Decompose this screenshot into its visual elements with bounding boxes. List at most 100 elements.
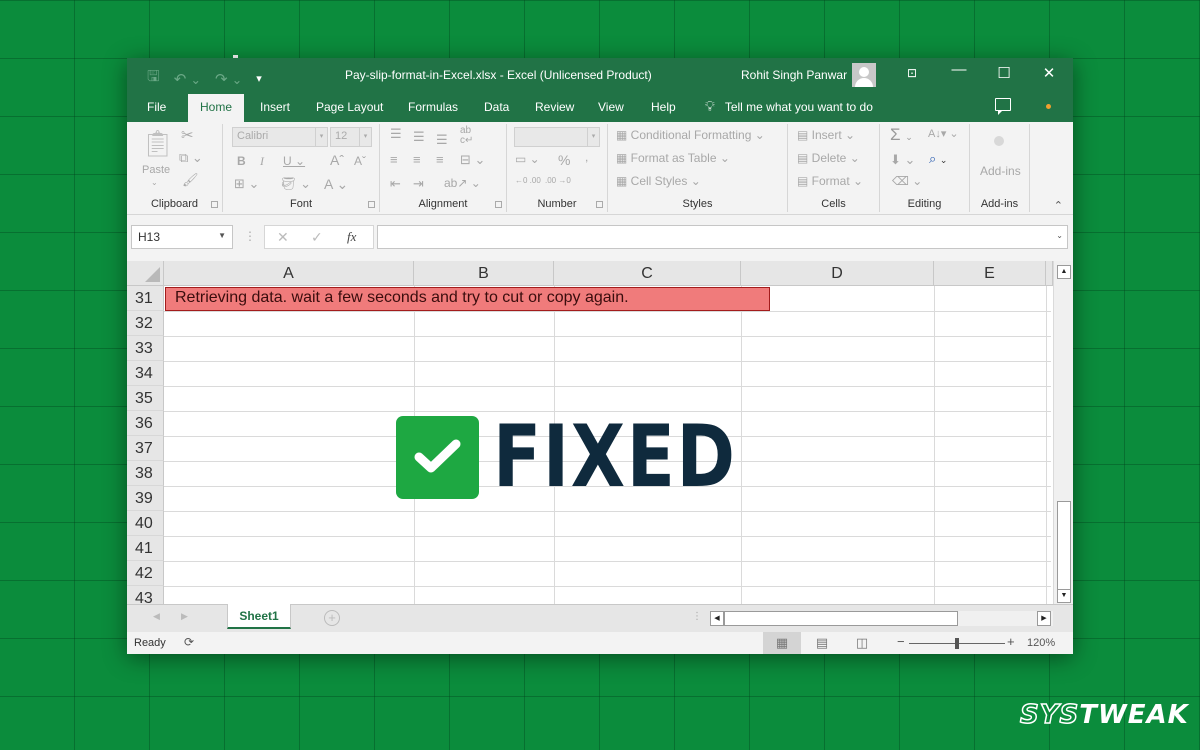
row-header[interactable]: 37 [127, 436, 164, 461]
row-header[interactable]: 34 [127, 361, 164, 386]
chevron-down-icon[interactable]: ▼ [218, 231, 226, 240]
cancel-icon[interactable]: ✕ [277, 229, 289, 246]
format-as-table-button[interactable]: ▦ Format as Table ⌄ [616, 151, 730, 165]
row-header[interactable]: 33 [127, 336, 164, 361]
dialog-launcher-icon[interactable] [368, 201, 375, 208]
zoom-out-button[interactable]: − [897, 634, 905, 649]
conditional-formatting-button[interactable]: ▦ Conditional Formatting ⌄ [616, 128, 765, 142]
zoom-level[interactable]: 120% [1027, 637, 1055, 649]
tab-review[interactable]: Review [535, 100, 574, 114]
enter-icon[interactable]: ✓ [311, 229, 323, 246]
paste-button[interactable]: Paste [142, 164, 170, 176]
column-header-a[interactable]: A [164, 261, 414, 286]
decrease-indent-icon[interactable]: ⇤ [390, 176, 401, 192]
italic-icon[interactable]: I [260, 154, 264, 169]
middle-align-icon[interactable]: ☰ [413, 129, 425, 145]
tab-insert[interactable]: Insert [260, 100, 290, 114]
error-message-cell[interactable]: Retrieving data. wait a few seconds and … [165, 287, 770, 311]
sort-filter-icon[interactable]: A↓▾ ⌄ [928, 127, 959, 140]
comments-icon[interactable] [995, 98, 1011, 115]
dialog-launcher-icon[interactable] [211, 201, 218, 208]
column-header-d[interactable]: D [741, 261, 934, 286]
row-header[interactable]: 36 [127, 411, 164, 436]
tab-data[interactable]: Data [484, 100, 509, 114]
tab-splitter[interactable]: ⋮ [692, 611, 702, 622]
autosum-icon[interactable]: Σ ⌄ [890, 125, 913, 145]
normal-view-button[interactable]: ▦ [763, 632, 801, 654]
format-cells-button[interactable]: ▤ Format ⌄ [797, 174, 863, 188]
comma-style-icon[interactable]: , [585, 150, 588, 164]
dialog-launcher-icon[interactable] [596, 201, 603, 208]
formula-input[interactable]: ⌄ [377, 225, 1068, 249]
increase-indent-icon[interactable]: ⇥ [413, 176, 424, 192]
align-left-icon[interactable]: ≡ [390, 152, 398, 167]
row-header[interactable]: 38 [127, 461, 164, 486]
page-break-view-button[interactable]: ◫ [843, 632, 881, 654]
zoom-in-button[interactable]: + [1007, 634, 1015, 649]
increase-decimal-icon[interactable]: ←0 .00 [515, 176, 541, 185]
next-sheet-icon[interactable]: ▶ [181, 611, 188, 622]
delete-cells-button[interactable]: ▤ Delete ⌄ [797, 151, 860, 165]
format-painter-icon[interactable]: 🖌︎ [182, 172, 199, 188]
customize-qat-icon[interactable]: ▾ [256, 72, 262, 85]
bottom-align-icon[interactable]: ☰ [436, 132, 448, 148]
formula-bar-splitter[interactable]: ⋮ [244, 229, 256, 243]
scroll-thumb[interactable] [1057, 501, 1071, 591]
close-button[interactable]: ✕ [1034, 64, 1064, 82]
row-header[interactable]: 41 [127, 536, 164, 561]
row-header[interactable]: 35 [127, 386, 164, 411]
avatar[interactable] [852, 63, 876, 87]
redo-icon[interactable]: ↷ ⌄ [215, 70, 242, 88]
addins-button[interactable]: Add-ins [980, 164, 1021, 178]
bold-icon[interactable]: B [237, 154, 246, 168]
clear-icon[interactable]: ⌫ ⌄ [892, 174, 922, 188]
maximize-button[interactable]: ☐ [989, 64, 1019, 82]
column-header-f[interactable] [1046, 261, 1053, 286]
select-all-button[interactable] [127, 261, 164, 286]
number-format-select[interactable]: ▾ [514, 127, 600, 147]
scroll-left-button[interactable]: ◀ [710, 611, 724, 626]
add-sheet-button[interactable]: + [324, 610, 340, 626]
decrease-font-icon[interactable]: Aˇ [354, 154, 366, 168]
tell-me-search[interactable]: 💡︎ Tell me what you want to do [705, 98, 873, 115]
tab-help[interactable]: Help [651, 100, 676, 114]
scroll-right-button[interactable]: ▶ [1037, 611, 1051, 626]
row-header[interactable]: 40 [127, 511, 164, 536]
increase-font-icon[interactable]: Aˆ [330, 152, 344, 168]
row-header[interactable]: 39 [127, 486, 164, 511]
font-color-icon[interactable]: A ⌄ [324, 176, 348, 193]
tab-view[interactable]: View [598, 100, 624, 114]
paste-icon[interactable]: 📋︎ [141, 128, 174, 159]
zoom-slider-knob[interactable] [955, 638, 959, 649]
user-name[interactable]: Rohit Singh Panwar [741, 68, 847, 82]
cut-icon[interactable]: ✂ [181, 126, 194, 144]
font-size-select[interactable]: 12 ▾ [330, 127, 372, 147]
column-header-e[interactable]: E [934, 261, 1046, 286]
borders-icon[interactable]: ⊞ ⌄ [234, 176, 259, 192]
row-header[interactable]: 31 [127, 286, 164, 311]
dialog-launcher-icon[interactable] [495, 201, 502, 208]
column-header-b[interactable]: B [414, 261, 554, 286]
zoom-slider[interactable]: − + [897, 634, 1017, 650]
align-right-icon[interactable]: ≡ [436, 152, 444, 167]
tab-home[interactable]: Home [188, 94, 245, 122]
expand-formula-icon[interactable]: ⌄ [1056, 231, 1063, 240]
font-name-select[interactable]: Calibri ▾ [232, 127, 328, 147]
column-header-c[interactable]: C [554, 261, 741, 286]
accessibility-check-icon[interactable]: ⟳ [184, 635, 194, 649]
minimize-button[interactable]: — [944, 61, 974, 78]
tab-formulas[interactable]: Formulas [408, 100, 458, 114]
insert-function-icon[interactable]: fx [347, 229, 356, 245]
page-layout-view-button[interactable]: ▤ [803, 632, 841, 654]
top-align-icon[interactable]: ☰ [390, 126, 402, 142]
scroll-up-button[interactable]: ▲ [1057, 265, 1071, 279]
decrease-decimal-icon[interactable]: .00 →0 [545, 176, 571, 185]
name-box[interactable]: H13 ▼ [131, 225, 233, 249]
sheet-tab-sheet1[interactable]: Sheet1 [227, 604, 291, 629]
row-header[interactable]: 32 [127, 311, 164, 336]
previous-sheet-icon[interactable]: ◀ [153, 611, 160, 622]
tab-page-layout[interactable]: Page Layout [316, 100, 383, 114]
fill-icon[interactable]: ⬇ ⌄ [890, 152, 915, 168]
collapse-ribbon-icon[interactable]: ⌃ [1054, 199, 1063, 212]
accounting-format-icon[interactable]: ▭ ⌄ [515, 152, 540, 166]
